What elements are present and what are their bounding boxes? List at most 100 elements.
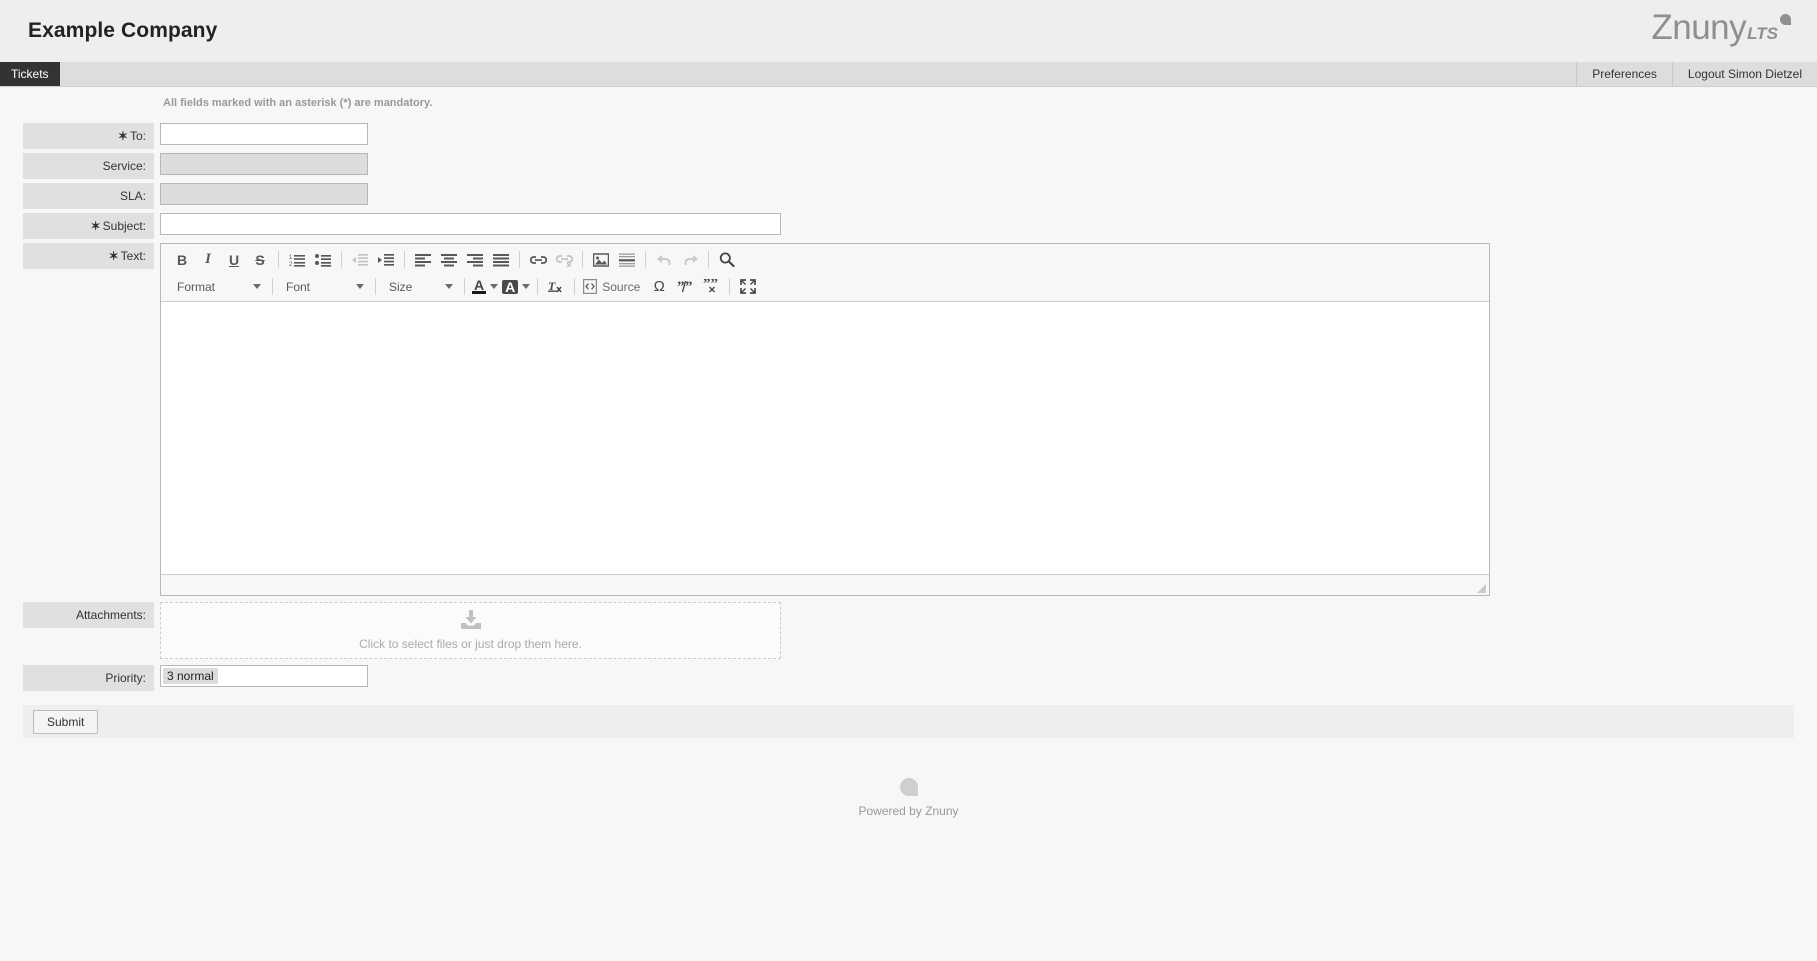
field-cell-priority: 3 normal	[154, 665, 1817, 687]
toolbar-separator	[519, 251, 520, 268]
znuny-mark-icon	[900, 778, 918, 796]
toolbar-separator	[574, 278, 575, 295]
remove-format-icon[interactable]: T	[545, 276, 567, 298]
subject-input[interactable]	[160, 213, 781, 235]
editor-toolbar-row-1: B I U S 12	[161, 246, 1489, 273]
chevron-down-icon	[356, 284, 364, 289]
field-row-sla: SLA:	[0, 183, 1817, 209]
nav-preferences-link[interactable]: Preferences	[1576, 62, 1672, 86]
attachment-dropzone[interactable]: Click to select files or just drop them …	[160, 602, 781, 659]
main-content: All fields marked with an asterisk (*) a…	[0, 87, 1817, 818]
toolbar-separator	[278, 251, 279, 268]
navbar-right-links: Preferences Logout Simon Dietzel	[1576, 62, 1817, 86]
toolbar-separator	[708, 251, 709, 268]
submit-button[interactable]: Submit	[33, 710, 98, 734]
nav-preferences-label: Preferences	[1592, 67, 1657, 81]
size-dropdown[interactable]: Size	[381, 276, 457, 298]
hint-spacer	[23, 93, 154, 119]
align-center-icon[interactable]	[438, 249, 460, 271]
field-row-to: ✶To:	[0, 123, 1817, 149]
service-input[interactable]	[160, 153, 368, 175]
background-color-icon[interactable]: A	[500, 276, 532, 298]
page-footer: Powered by Znuny	[0, 778, 1817, 818]
svg-text:”: ”	[685, 279, 693, 294]
label-to-text: To:	[130, 129, 146, 143]
logo-suffix: LTS	[1747, 24, 1778, 44]
redo-icon[interactable]	[679, 249, 701, 271]
main-navigation: Tickets Preferences Logout Simon Dietzel	[0, 62, 1817, 87]
page-title: Example Company	[28, 19, 217, 43]
chevron-down-icon	[445, 284, 453, 289]
bold-icon[interactable]: B	[171, 249, 193, 271]
undo-icon[interactable]	[653, 249, 675, 271]
link-icon[interactable]	[527, 249, 549, 271]
field-cell-attachments: Click to select files or just drop them …	[154, 602, 1817, 659]
toolbar-separator	[537, 278, 538, 295]
add-quote-icon[interactable]: ””	[674, 276, 696, 298]
sidebar-item-tickets[interactable]: Tickets	[0, 62, 60, 86]
size-dropdown-label: Size	[389, 280, 431, 294]
label-text: ✶Text:	[23, 243, 154, 269]
svg-text:1: 1	[289, 255, 293, 261]
mandatory-hint: All fields marked with an asterisk (*) a…	[160, 93, 1817, 111]
tab-tickets-label: Tickets	[11, 67, 49, 81]
label-priority: Priority:	[23, 665, 154, 691]
chevron-down-icon	[253, 284, 261, 289]
new-ticket-form: All fields marked with an asterisk (*) a…	[0, 87, 1817, 691]
justify-icon[interactable]	[490, 249, 512, 271]
toolbar-separator	[341, 251, 342, 268]
source-icon	[583, 279, 597, 294]
horizontal-rule-icon[interactable]	[616, 249, 638, 271]
toolbar-separator	[582, 251, 583, 268]
form-actions-bar: Submit	[23, 705, 1794, 738]
chevron-down-icon	[490, 284, 498, 289]
align-right-icon[interactable]	[464, 249, 486, 271]
powered-by-label: Powered by Znuny	[0, 804, 1817, 818]
image-icon[interactable]	[590, 249, 612, 271]
field-cell-to	[154, 123, 1817, 145]
toolbar-separator	[645, 251, 646, 268]
editor-content-area[interactable]	[161, 302, 1489, 574]
editor-resize-handle[interactable]	[1477, 584, 1486, 593]
rich-text-editor: B I U S 12	[160, 243, 1490, 596]
label-attachments: Attachments:	[23, 602, 154, 628]
toolbar-separator	[272, 278, 273, 295]
strikethrough-icon[interactable]: S	[249, 249, 271, 271]
required-asterisk-text: ✶	[109, 249, 119, 263]
to-input[interactable]	[160, 123, 368, 145]
field-row-text: ✶Text: B I U S 12	[0, 243, 1817, 596]
font-dropdown[interactable]: Font	[278, 276, 368, 298]
unlink-icon[interactable]	[553, 249, 575, 271]
chevron-down-icon	[522, 284, 530, 289]
label-subject: ✶Subject:	[23, 213, 154, 239]
format-dropdown[interactable]: Format	[169, 276, 265, 298]
editor-toolbar-row-2: Format Font Size	[161, 273, 1489, 300]
dropzone-label: Click to select files or just drop them …	[359, 637, 582, 651]
align-left-icon[interactable]	[412, 249, 434, 271]
field-cell-subject	[154, 213, 1817, 235]
font-dropdown-label: Font	[286, 280, 342, 294]
numbered-list-icon[interactable]: 12	[286, 249, 308, 271]
italic-icon[interactable]: I	[197, 249, 219, 271]
indent-icon[interactable]	[375, 249, 397, 271]
nav-logout-link[interactable]: Logout Simon Dietzel	[1672, 62, 1817, 86]
text-color-icon[interactable]: A	[470, 276, 500, 298]
field-row-attachments: Attachments: Click to select files or ju…	[0, 602, 1817, 659]
find-icon[interactable]	[716, 249, 738, 271]
source-button[interactable]: Source	[580, 276, 646, 298]
outdent-icon[interactable]	[349, 249, 371, 271]
priority-select[interactable]: 3 normal	[160, 665, 368, 687]
format-dropdown-label: Format	[177, 280, 239, 294]
text-color-glyph: A	[472, 279, 486, 294]
sla-input[interactable]	[160, 183, 368, 205]
underline-icon[interactable]: U	[223, 249, 245, 271]
toolbar-separator	[464, 278, 465, 295]
logo-wordmark: Znuny	[1651, 8, 1746, 48]
label-attachments-text: Attachments:	[76, 608, 146, 622]
maximize-icon[interactable]	[737, 276, 759, 298]
bulleted-list-icon[interactable]	[312, 249, 334, 271]
remove-quote-icon[interactable]: ””	[700, 276, 722, 298]
label-subject-text: Subject:	[103, 219, 146, 233]
field-row-service: Service:	[0, 153, 1817, 179]
special-character-icon[interactable]: Ω	[648, 276, 670, 298]
